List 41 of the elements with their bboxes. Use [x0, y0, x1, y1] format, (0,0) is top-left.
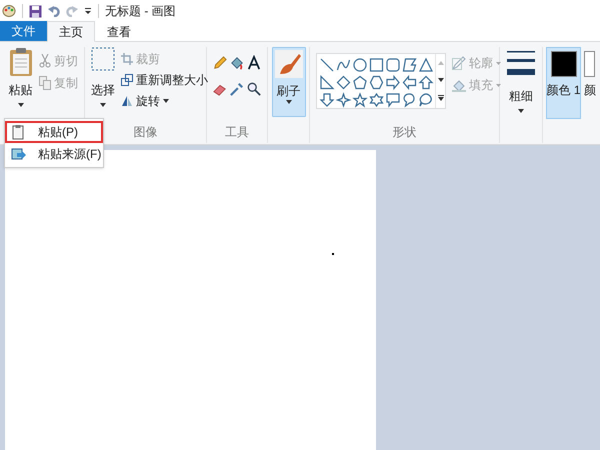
selection-icon[interactable]	[91, 47, 115, 71]
group-label: 图像	[132, 124, 158, 141]
menu-item[interactable]: 粘贴(P)	[5, 121, 103, 143]
caret-icon[interactable]	[100, 103, 106, 107]
color-button[interactable]: 颜	[583, 47, 596, 119]
color-picker-icon[interactable]	[230, 81, 244, 97]
undo-icon[interactable]	[48, 5, 60, 17]
brush-button[interactable]: 刷子	[272, 47, 306, 117]
ribbon-tab[interactable]: 主页	[47, 21, 95, 42]
magnifier-icon[interactable]	[247, 81, 261, 97]
group-label: 形状	[392, 124, 418, 141]
caret-icon[interactable]	[163, 99, 169, 103]
caret-icon[interactable]	[286, 100, 292, 104]
ribbon-tab[interactable]: 文件	[0, 21, 47, 41]
paste-button[interactable]: 粘贴	[8, 81, 32, 99]
line-thickness-icon[interactable]	[507, 49, 535, 77]
pencil-icon[interactable]	[213, 55, 227, 71]
select-button[interactable]: 选择	[91, 81, 115, 99]
save-icon[interactable]	[29, 4, 42, 18]
group-label: 工具	[224, 124, 250, 141]
clipboard-icon[interactable]	[8, 47, 32, 77]
brush-icon[interactable]	[274, 50, 302, 78]
paint-palette-icon[interactable]	[2, 4, 16, 18]
more-shapes-icon[interactable]	[438, 95, 444, 102]
ribbon-button[interactable]: 重新调整大小	[121, 70, 208, 90]
paint-bucket-icon[interactable]	[230, 55, 244, 71]
window-title: 无标题 - 画图	[105, 3, 176, 20]
scroll-down-icon[interactable]	[438, 78, 444, 82]
paste-from-icon[interactable]	[11, 146, 26, 162]
clipboard-icon[interactable]	[11, 124, 26, 140]
ribbon-tab[interactable]: 查看	[95, 21, 143, 42]
caret-icon[interactable]	[518, 109, 524, 113]
caret-icon[interactable]	[18, 103, 24, 107]
resize-icon[interactable]	[121, 74, 133, 86]
rotate-icon[interactable]	[121, 95, 133, 107]
size-button[interactable]: 粗细	[509, 87, 533, 105]
menu-item[interactable]: 粘贴来源(F)	[5, 143, 103, 165]
dropdown-icon[interactable]	[84, 7, 92, 15]
color-button[interactable]: 颜色 1	[546, 47, 581, 119]
text-icon[interactable]	[247, 55, 261, 71]
ribbon-button[interactable]: 旋转	[121, 91, 208, 111]
